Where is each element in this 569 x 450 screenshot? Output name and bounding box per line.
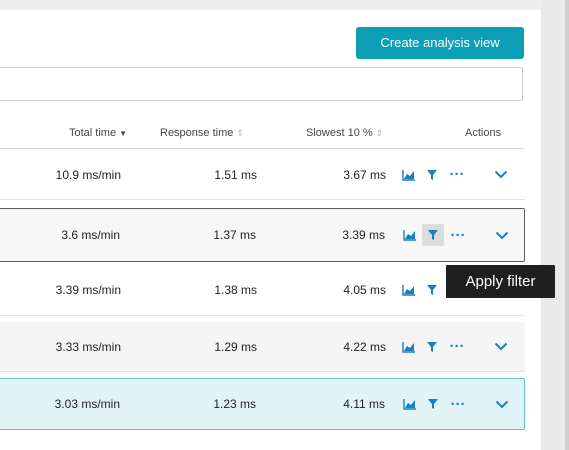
response-time-value: 1.23 ms	[213, 397, 256, 411]
filter-icon[interactable]	[422, 393, 444, 415]
filter-icon[interactable]	[421, 164, 443, 186]
column-actions: Actions	[465, 127, 502, 139]
sort-neutral-icon: ⇕	[375, 128, 384, 138]
column-slowest-label: Slowest 10 %	[306, 127, 373, 139]
chart-icon[interactable]	[400, 281, 418, 299]
slowest-value: 3.67 ms	[343, 167, 386, 182]
slowest-value: 4.11 ms	[343, 397, 385, 411]
filter-icon[interactable]	[422, 224, 444, 246]
column-response-time-label: Response time	[160, 127, 234, 139]
slowest-value: 4.22 ms	[343, 339, 386, 354]
total-time-value: 3.39 ms/min	[55, 282, 121, 297]
chevron-down-icon[interactable]	[491, 165, 511, 185]
table-header: Total time ▼ Response time ⇕ Slowest 10 % ⇕…	[0, 118, 524, 149]
response-time-value: 1.29 ms	[214, 339, 257, 354]
table-row[interactable]: 3.03 ms/min 1.23 ms 4.11 ms ···	[0, 378, 525, 430]
sort-neutral-icon: ⇕	[236, 128, 244, 138]
more-options-icon[interactable]: ···	[448, 166, 466, 184]
apply-filter-tooltip: Apply filter	[446, 265, 555, 298]
response-time-value: 1.37 ms	[213, 228, 256, 242]
column-response-time[interactable]: Response time ⇕	[160, 127, 244, 139]
slowest-value: 4.05 ms	[343, 282, 386, 297]
chart-icon[interactable]	[401, 395, 419, 413]
column-total-time-label: Total time	[69, 127, 117, 139]
total-time-value: 10.9 ms/min	[55, 167, 121, 182]
response-time-value: 1.51 ms	[214, 167, 257, 182]
response-time-value: 1.38 ms	[214, 282, 257, 297]
chart-icon[interactable]	[400, 166, 418, 184]
slowest-value: 3.39 ms	[342, 228, 385, 242]
column-total-time[interactable]: Total time ▼	[69, 127, 127, 139]
total-time-value: 3.6 ms/min	[61, 228, 120, 242]
chevron-down-icon[interactable]	[491, 337, 511, 357]
chevron-down-icon[interactable]	[492, 394, 512, 414]
create-analysis-view-button[interactable]: Create analysis view	[356, 27, 524, 59]
more-options-icon[interactable]: ···	[449, 226, 467, 244]
table-row[interactable]: 10.9 ms/min 1.51 ms 3.67 ms ···	[0, 150, 525, 200]
chart-icon[interactable]	[401, 226, 419, 244]
total-time-value: 3.33 ms/min	[55, 339, 121, 354]
more-options-icon[interactable]: ···	[449, 395, 467, 413]
table-row[interactable]: 3.33 ms/min 1.29 ms 4.22 ms ···	[0, 322, 525, 372]
chevron-down-icon[interactable]	[492, 225, 512, 245]
filter-icon[interactable]	[421, 279, 443, 301]
sort-desc-icon: ▼	[119, 129, 127, 138]
filter-icon[interactable]	[421, 336, 443, 358]
column-slowest[interactable]: Slowest 10 % ⇕	[306, 127, 383, 139]
total-time-value: 3.03 ms/min	[54, 397, 120, 411]
more-options-icon[interactable]: ···	[448, 338, 466, 356]
vertical-scrollbar[interactable]	[565, 0, 569, 450]
chart-icon[interactable]	[400, 338, 418, 356]
filter-input[interactable]	[0, 67, 523, 101]
table-row[interactable]: 3.6 ms/min 1.37 ms 3.39 ms ···	[0, 208, 525, 262]
